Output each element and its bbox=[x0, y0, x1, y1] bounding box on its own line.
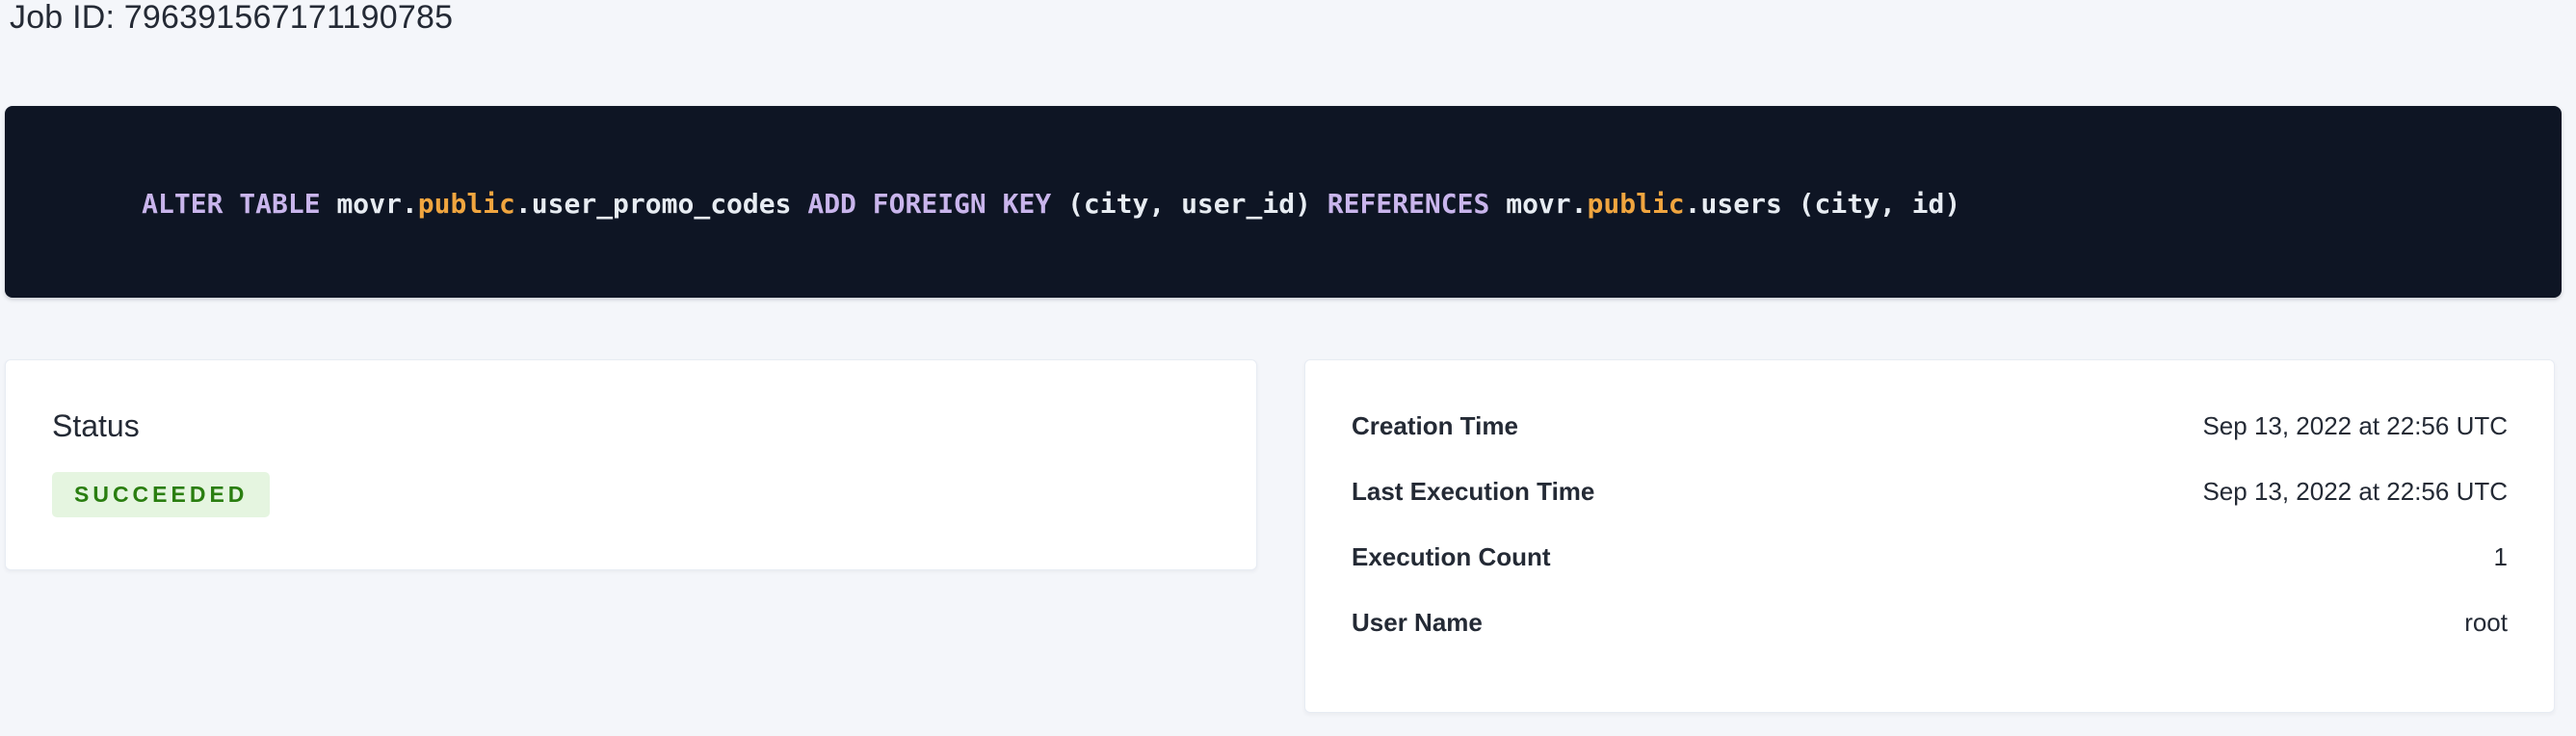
detail-value: Sep 13, 2022 at 22:56 UTC bbox=[2202, 477, 2508, 507]
sql-token: REFERENCES bbox=[1327, 188, 1506, 220]
sql-statement-text: ALTER TABLE movr.public.user_promo_codes… bbox=[44, 152, 2522, 256]
sql-token: movr. bbox=[1506, 188, 1587, 220]
detail-value: root bbox=[2464, 608, 2508, 638]
sql-token: .users (city, id) bbox=[1685, 188, 1961, 220]
detail-row-last-execution-time: Last Execution Time Sep 13, 2022 at 22:5… bbox=[1352, 459, 2508, 524]
details-card: Creation Time Sep 13, 2022 at 22:56 UTC … bbox=[1304, 359, 2555, 713]
status-card: Status SUCCEEDED bbox=[5, 359, 1257, 570]
sql-token: movr. bbox=[336, 188, 417, 220]
detail-row-creation-time: Creation Time Sep 13, 2022 at 22:56 UTC bbox=[1352, 393, 2508, 459]
sql-token: ALTER TABLE bbox=[142, 188, 336, 220]
detail-label: Creation Time bbox=[1352, 411, 1518, 441]
detail-value: Sep 13, 2022 at 22:56 UTC bbox=[2202, 411, 2508, 441]
status-card-title: Status bbox=[52, 408, 1210, 443]
detail-value: 1 bbox=[2494, 542, 2508, 572]
detail-label: Execution Count bbox=[1352, 542, 1551, 572]
detail-label: User Name bbox=[1352, 608, 1483, 638]
job-details-page: Job ID: 796391567171190785 ALTER TABLE m… bbox=[0, 0, 2576, 736]
detail-label: Last Execution Time bbox=[1352, 477, 1594, 507]
sql-token: .user_promo_codes bbox=[515, 188, 807, 220]
sql-token: (city, user_id) bbox=[1067, 188, 1327, 220]
page-title: Job ID: 796391567171190785 bbox=[10, 0, 453, 39]
detail-row-user-name: User Name root bbox=[1352, 590, 2508, 655]
detail-row-execution-count: Execution Count 1 bbox=[1352, 524, 2508, 590]
sql-token: public bbox=[418, 188, 515, 220]
status-badge: SUCCEEDED bbox=[52, 472, 270, 517]
sql-statement-box: ALTER TABLE movr.public.user_promo_codes… bbox=[5, 106, 2562, 298]
sql-token: ADD FOREIGN KEY bbox=[807, 188, 1067, 220]
sql-token: public bbox=[1588, 188, 1685, 220]
